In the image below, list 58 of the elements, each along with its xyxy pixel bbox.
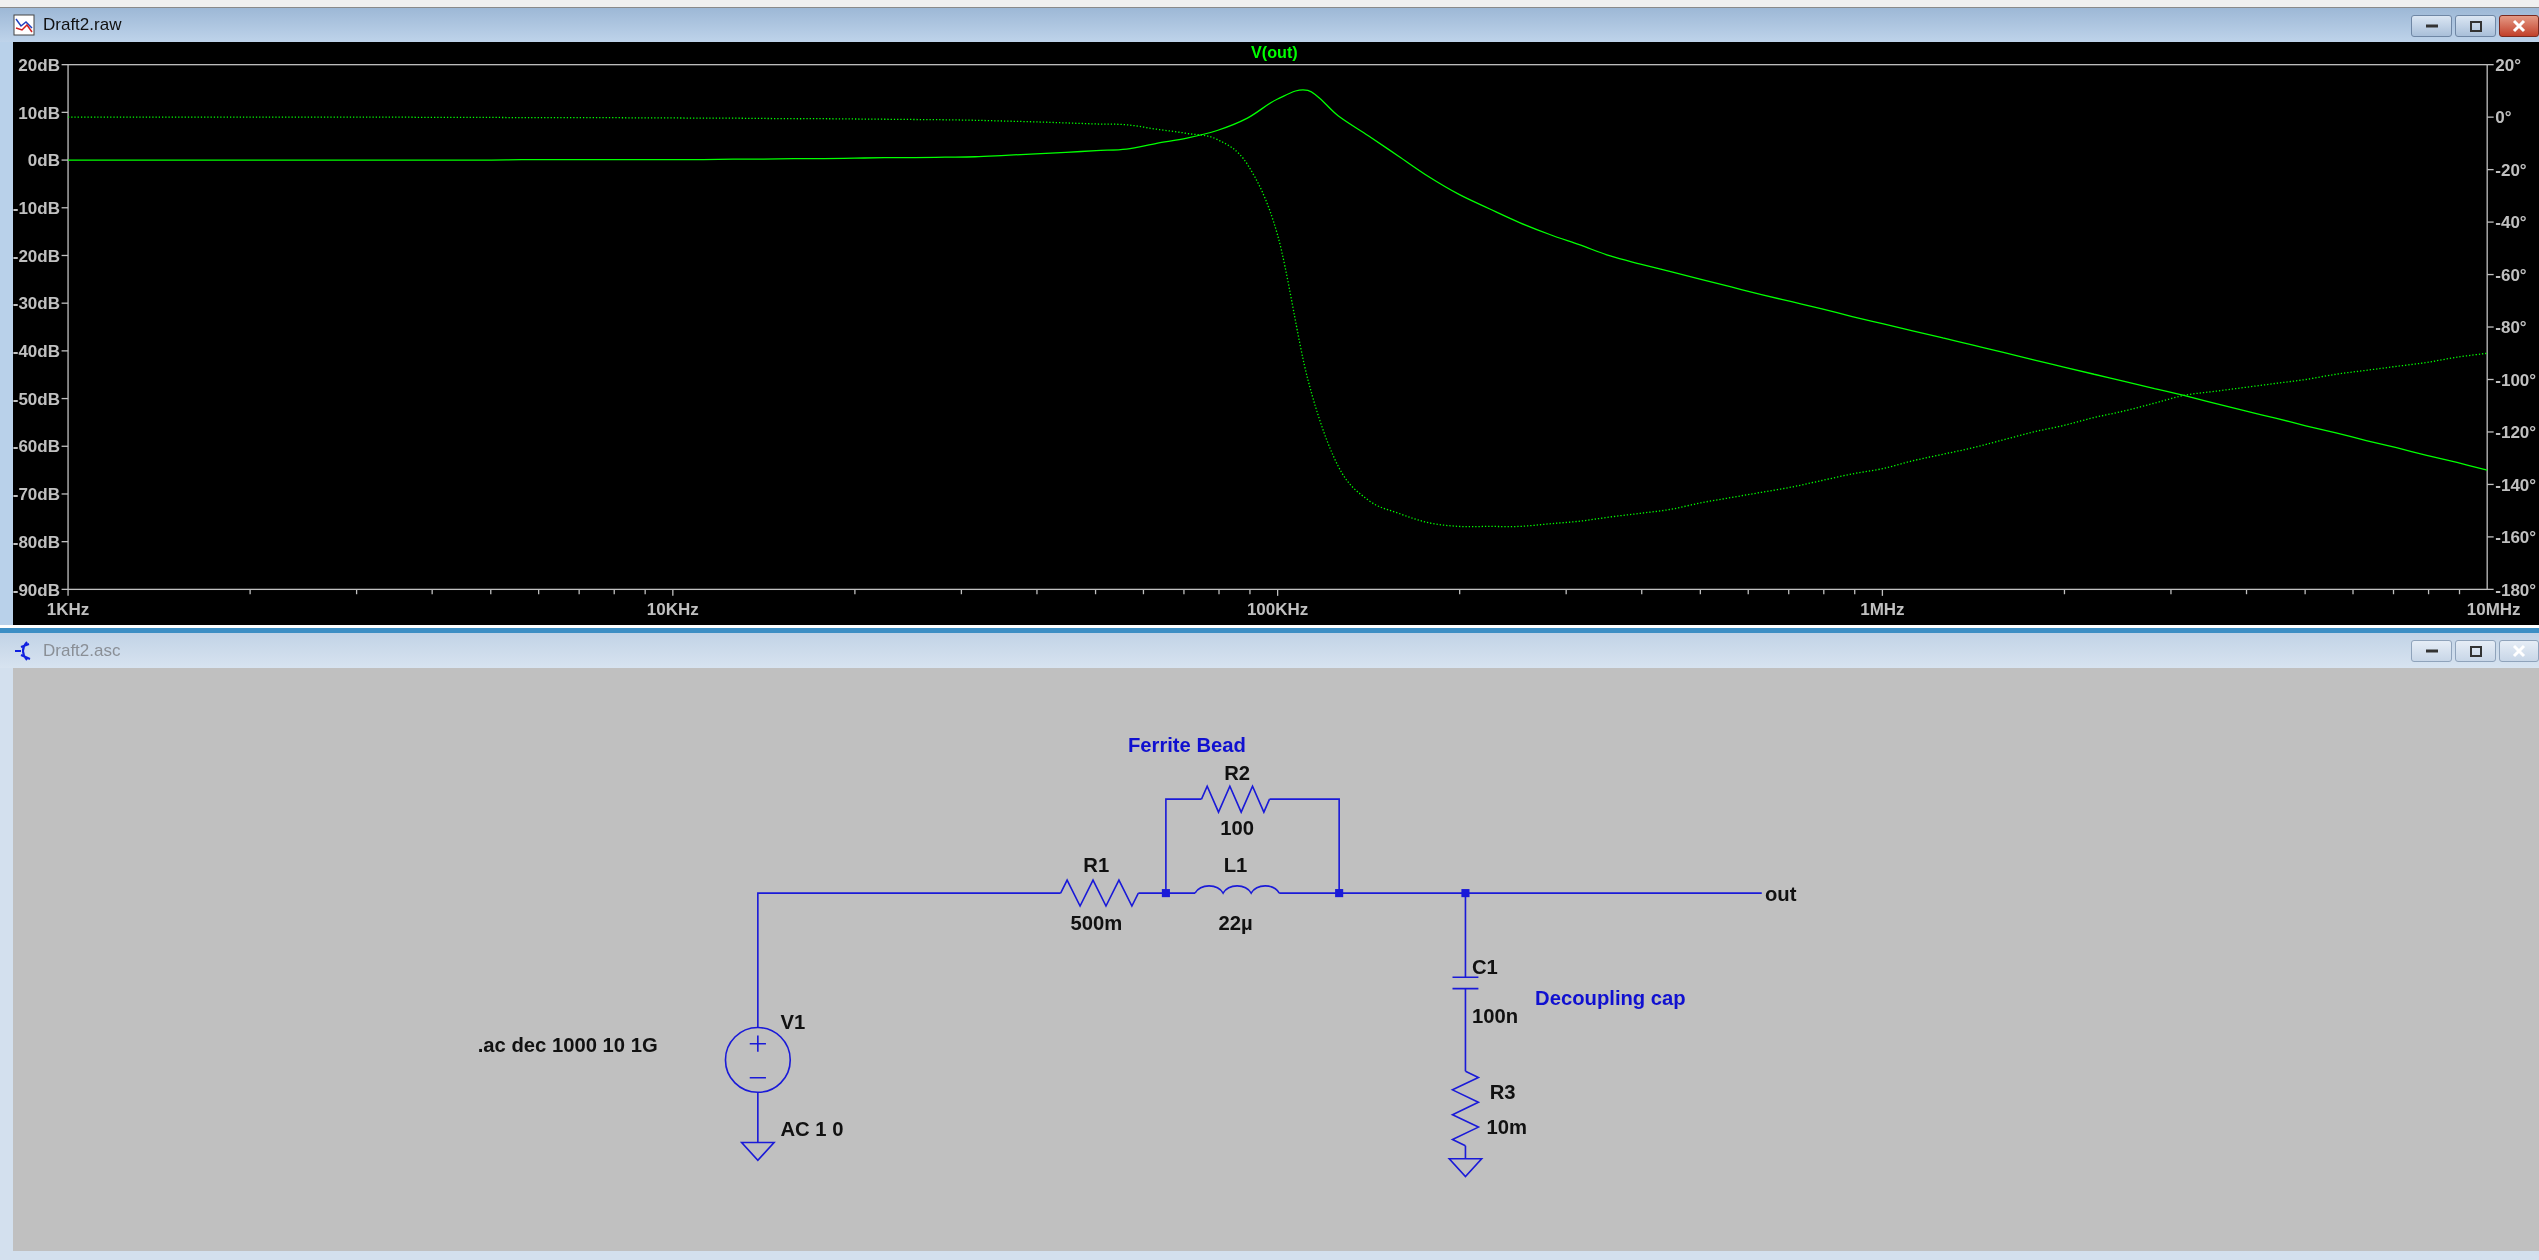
y-axis-label: -80° <box>2495 318 2527 338</box>
y-axis-label: 10dB <box>18 103 60 123</box>
component-ref-label: R1 <box>1083 854 1110 877</box>
component-value-label: 10m <box>1486 1116 1527 1139</box>
component-value-label: 100 <box>1220 816 1254 839</box>
component-ref-label: L1 <box>1223 854 1248 877</box>
component-value-label: 500m <box>1070 912 1123 935</box>
x-axis-label: 100KHz <box>1246 600 1309 620</box>
y-axis-label: -160° <box>2495 528 2537 548</box>
minimize-icon <box>2424 24 2439 28</box>
spice-directive: .ac dec 1000 10 1G <box>477 1033 658 1056</box>
close-button[interactable] <box>2499 15 2539 37</box>
y-axis-label: -50dB <box>13 389 60 409</box>
x-axis-label: 10KHz <box>646 600 699 620</box>
component-ref-label: R3 <box>1489 1080 1516 1103</box>
component-value-label: 22µ <box>1218 912 1253 935</box>
component-ref-label: R2 <box>1224 761 1251 784</box>
window-title: Draft2.raw <box>43 15 123 35</box>
window-titlebar[interactable]: Draft2.raw <box>0 8 2539 42</box>
x-axis-label: 1KHz <box>46 600 90 620</box>
net-label: out <box>1765 883 1797 906</box>
y-axis-label: -140° <box>2495 475 2537 495</box>
y-axis-label: -20dB <box>13 246 60 266</box>
y-axis-label: -20° <box>2495 160 2527 180</box>
minimize-icon <box>2424 649 2439 653</box>
y-axis-label: 0dB <box>27 151 60 171</box>
y-axis-label: -80dB <box>13 532 60 552</box>
maximize-icon <box>2469 645 2482 657</box>
y-axis-label: -40dB <box>13 342 60 362</box>
minimize-button[interactable] <box>2411 15 2452 37</box>
y-axis-label: -60dB <box>13 437 60 457</box>
waveform-icon <box>13 14 35 36</box>
y-axis-label: 20° <box>2495 55 2521 75</box>
component-ref-label: V1 <box>780 1011 806 1034</box>
y-axis-label: -60° <box>2495 265 2527 285</box>
y-axis-label: -90dB <box>13 580 60 600</box>
x-axis-label: 10MHz <box>2466 600 2521 620</box>
x-axis-label: 1MHz <box>1860 600 1905 620</box>
y-axis-label: -180° <box>2495 580 2537 600</box>
window-title: Draft2.asc <box>43 640 122 661</box>
y-axis-label: -40° <box>2495 213 2527 233</box>
component-value-label: AC 1 0 <box>780 1118 844 1140</box>
maximize-icon <box>2469 20 2482 32</box>
comment-label: Ferrite Bead <box>1127 734 1246 757</box>
y-axis-label: 20dB <box>18 55 60 75</box>
close-icon <box>2512 19 2526 33</box>
close-icon <box>2512 644 2526 658</box>
y-axis-label: -120° <box>2495 423 2537 443</box>
comment-label: Decoupling cap <box>1535 986 1686 1009</box>
y-axis-label: 0° <box>2495 108 2512 128</box>
y-axis-label: -100° <box>2495 370 2537 390</box>
y-axis-label: -30dB <box>13 294 60 314</box>
y-axis-label: -70dB <box>13 485 60 505</box>
maximize-button[interactable] <box>2455 15 2496 37</box>
component-ref-label: C1 <box>1471 956 1498 979</box>
y-axis-label: -10dB <box>13 198 60 218</box>
component-value-label: 100n <box>1471 1004 1519 1027</box>
chart-title: V(out) <box>1251 43 1298 62</box>
